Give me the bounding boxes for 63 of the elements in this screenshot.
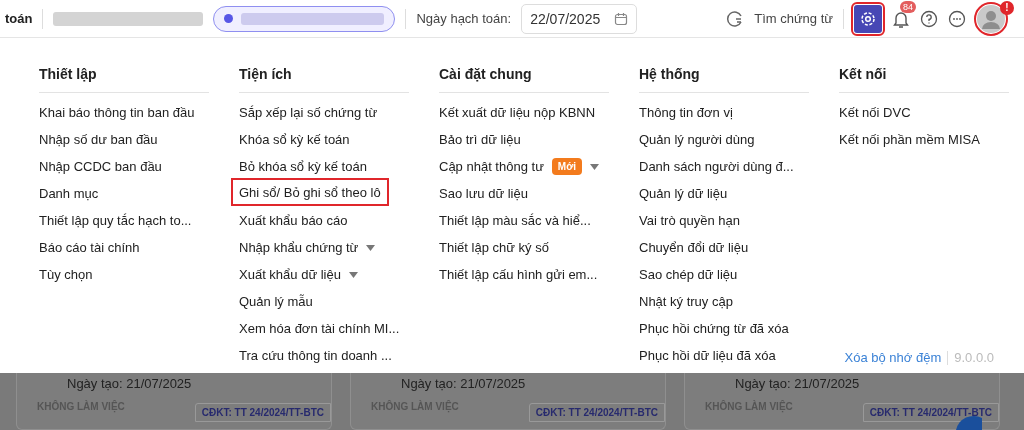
menu-item[interactable]: Khóa sổ kỳ kế toán (239, 126, 350, 153)
app-title: toán (5, 11, 33, 26)
new-badge: Mới (551, 158, 583, 175)
card-tag: CĐKT: TT 24/2024/TT-BTC (528, 403, 665, 422)
menu-item[interactable]: Xuất khẩu báo cáo (239, 207, 348, 234)
search-label[interactable]: Tìm chứng từ (754, 11, 833, 26)
menu-column-title: Cài đặt chung (439, 66, 609, 93)
menu-item[interactable]: Sao lưu dữ liệu (439, 180, 528, 207)
menu-item[interactable]: Thiết lập màu sắc và hiể... (439, 207, 591, 234)
menu-item[interactable]: Tùy chọn (39, 261, 93, 288)
menu-item[interactable]: Bỏ khóa sổ kỳ kế toán (239, 153, 367, 180)
menu-item[interactable]: Phục hồi chứng từ đã xóa (639, 315, 789, 342)
menu-item[interactable]: Xuất khẩu dữ liệu (239, 261, 358, 288)
card-tag: CĐKT: TT 24/2024/TT-BTC (194, 403, 331, 422)
card-date: Ngày tạo: 21/07/2025 (734, 376, 861, 391)
menu-item[interactable]: Kết nối DVC (839, 99, 911, 126)
menu-column-title: Hệ thống (639, 66, 809, 93)
menu-item[interactable]: Kết xuất dữ liệu nộp KBNN (439, 99, 596, 126)
menu-item[interactable]: Thiết lập chữ ký số (439, 234, 549, 261)
card-date: Ngày tạo: 21/07/2025 (66, 376, 193, 391)
menu-item[interactable]: Kết nối phần mềm MISA (839, 126, 980, 153)
card-date: Ngày tạo: 21/07/2025 (400, 376, 527, 391)
menu-item[interactable]: Quản lý dữ liệu (639, 180, 728, 207)
alert-badge: ! (1000, 0, 1014, 15)
notification-badge: 84 (900, 0, 916, 13)
menu-item[interactable]: Thiết lập cấu hình gửi em... (439, 261, 598, 288)
clear-cache-link[interactable]: Xóa bộ nhớ đệm (844, 350, 942, 365)
avatar-icon[interactable] (976, 3, 1006, 34)
menu-item[interactable]: Phục hồi dữ liệu đã xóa (639, 342, 776, 369)
calendar-icon (614, 11, 629, 26)
menu-item[interactable]: Vai trò quyền hạn (639, 207, 740, 234)
menu-column-title: Kết nối (839, 66, 1009, 93)
menu-item[interactable]: Nhập số dư ban đầu (39, 126, 158, 153)
menu-item[interactable]: Sắp xếp lại số chứng từ (239, 99, 378, 126)
menu-item[interactable]: Cập nhật thông tư Mới (439, 153, 600, 180)
help-icon[interactable] (920, 9, 938, 28)
menu-item[interactable]: Tra cứu thông tin doanh ... (239, 342, 392, 369)
menu-item[interactable]: Khai báo thông tin ban đầu (39, 99, 195, 126)
menu-item[interactable]: Báo cáo tài chính (39, 234, 140, 261)
menu-column-title: Tiện ích (239, 66, 409, 93)
menu-item[interactable]: Nhập CCDC ban đầu (39, 153, 162, 180)
menu-item[interactable]: Nhập khẩu chứng từ (239, 234, 376, 261)
menu-item[interactable]: Thiết lập quy tắc hạch to... (39, 207, 192, 234)
menu-item[interactable]: Xem hóa đơn tài chính MI... (239, 315, 400, 342)
search-icon[interactable] (726, 9, 745, 28)
menu-item[interactable]: Ghi sổ/ Bỏ ghi sổ theo lô (233, 180, 387, 204)
company-selector[interactable] (213, 5, 396, 32)
menu-item[interactable]: Danh sách người dùng đ... (639, 153, 794, 180)
menu-item[interactable]: Nhật ký truy cập (639, 288, 733, 315)
menu-column-title: Thiết lập (39, 66, 209, 93)
date-field[interactable]: 22/07/2025 (521, 3, 638, 34)
gear-icon (859, 9, 877, 28)
menu-item[interactable]: Thông tin đơn vị (639, 99, 733, 126)
date-label: Ngày hạch toán: (416, 11, 512, 26)
settings-button[interactable] (854, 4, 882, 33)
version-text: 9.0.0.0 (954, 350, 994, 365)
menu-item[interactable]: Quản lý người dùng (639, 126, 755, 153)
menu-item[interactable]: Chuyển đổi dữ liệu (639, 234, 749, 261)
menu-item[interactable]: Danh mục (39, 180, 99, 207)
menu-item[interactable]: Sao chép dữ liệu (639, 261, 738, 288)
menu-item[interactable]: Bảo trì dữ liệu (439, 126, 521, 153)
more-icon[interactable] (948, 9, 966, 28)
menu-item[interactable]: Quản lý mẫu (239, 288, 313, 315)
